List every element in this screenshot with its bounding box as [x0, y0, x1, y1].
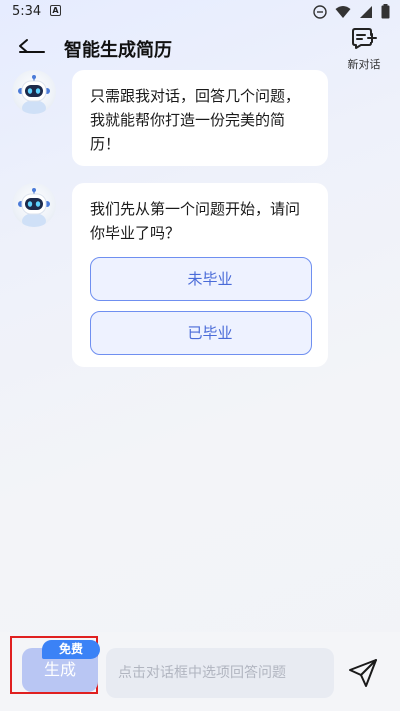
free-badge: 免费	[42, 640, 100, 659]
page-title: 智能生成简历	[64, 40, 172, 61]
new-chat-label: 新对话	[347, 58, 381, 71]
message-text: 只需跟我对话，回答几个问题，我就能帮你打造一份完美的简历！	[90, 87, 301, 153]
send-button[interactable]	[346, 656, 380, 690]
signal-icon	[360, 5, 372, 18]
dnd-icon	[313, 4, 327, 19]
back-arrow-icon	[19, 39, 45, 53]
robot-avatar-icon	[12, 70, 56, 114]
send-icon	[349, 659, 377, 687]
new-chat-icon	[352, 28, 377, 49]
message-bubble: 我们先从第一个问题开始，请问你毕业了吗？ 未毕业 已毕业	[72, 183, 328, 367]
robot-avatar-icon	[12, 183, 56, 227]
header: 智能生成简历 新对话	[0, 24, 400, 72]
battery-icon	[381, 4, 390, 19]
status-icons	[313, 4, 390, 19]
new-chat-button[interactable]: 新对话	[342, 26, 386, 72]
answer-input[interactable]	[106, 648, 334, 698]
notification-a-icon: A	[50, 5, 61, 16]
wifi-icon	[335, 5, 351, 18]
option-graduated[interactable]: 已毕业	[90, 311, 312, 355]
message-bubble: 只需跟我对话，回答几个问题，我就能帮你打造一份完美的简历！	[72, 70, 328, 166]
option-not-graduated[interactable]: 未毕业	[90, 257, 312, 301]
back-button[interactable]	[14, 32, 48, 60]
message-text: 我们先从第一个问题开始，请问你毕业了吗？	[90, 200, 301, 242]
generate-highlight: 生成 免费	[10, 636, 100, 694]
status-time: 5:34	[12, 4, 42, 19]
status-bar: 5:34 A	[0, 0, 400, 24]
